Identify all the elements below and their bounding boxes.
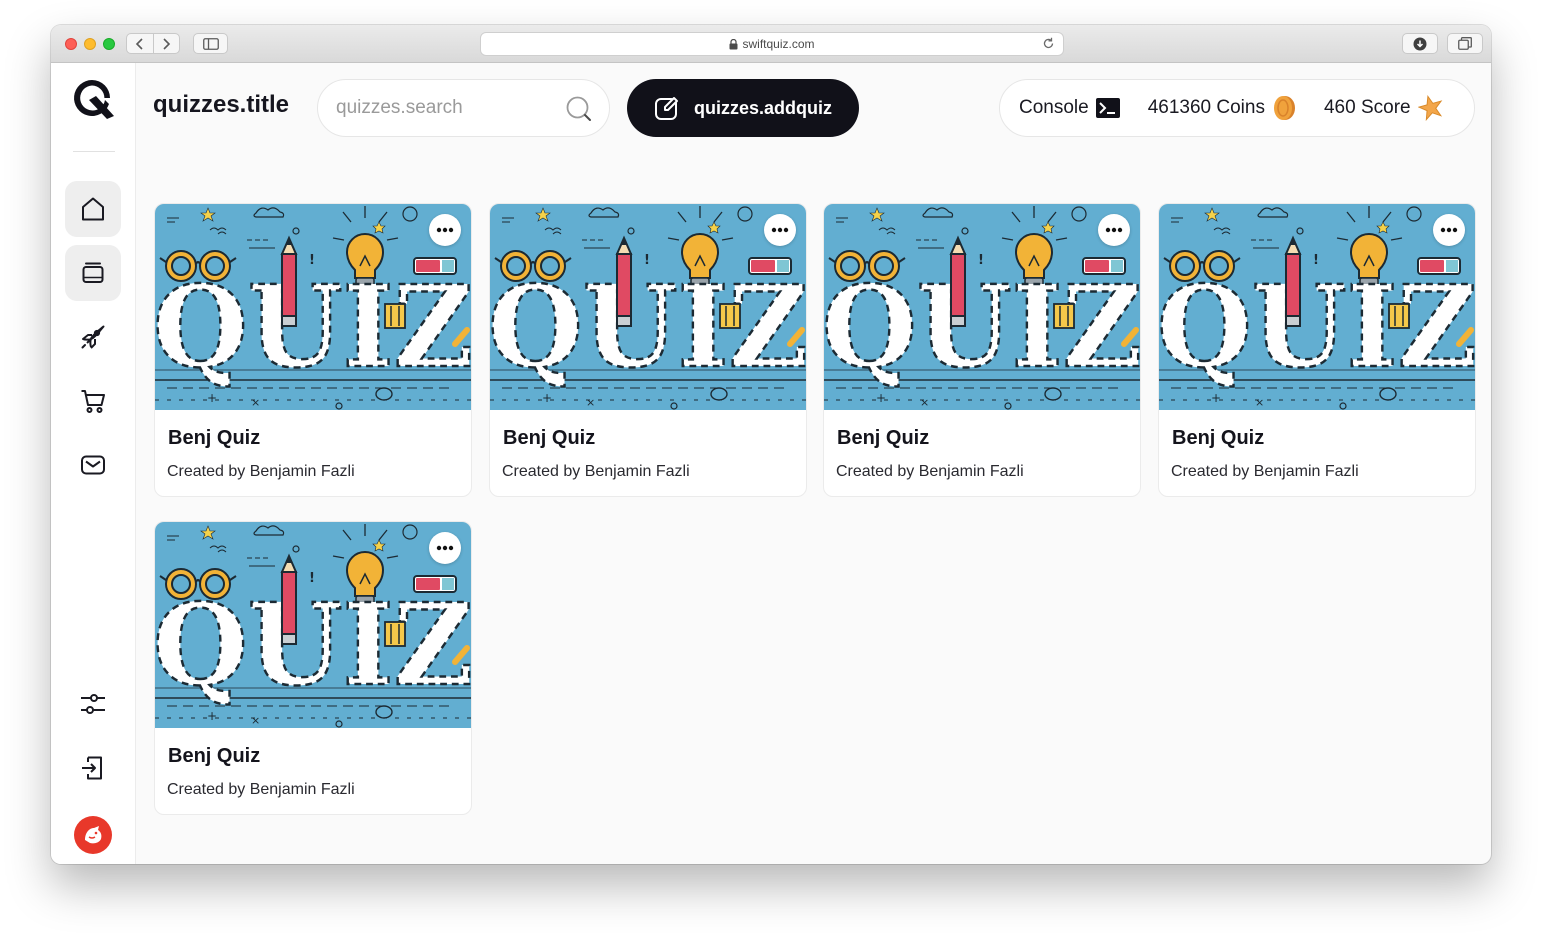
tabs-overview-button[interactable] xyxy=(1447,33,1483,54)
sidebar-item-quizzes[interactable] xyxy=(65,245,121,301)
more-options-button[interactable] xyxy=(429,214,461,246)
quiz-card[interactable]: Benj Quiz Created by Benjamin Fazli xyxy=(489,203,807,497)
quiz-card-author: Created by Benjamin Fazli xyxy=(167,781,355,798)
quiz-card-author: Created by Benjamin Fazli xyxy=(1171,463,1359,480)
quiz-cover-image xyxy=(155,204,471,410)
quiz-card-author: Created by Benjamin Fazli xyxy=(836,463,1024,480)
reload-icon[interactable] xyxy=(1042,37,1055,50)
download-icon xyxy=(1413,37,1427,50)
quiz-card[interactable]: Benj Quiz Created by Benjamin Fazli xyxy=(154,203,472,497)
sidebar-item-shop[interactable] xyxy=(65,373,121,429)
coins-stat: 461360 Coins xyxy=(1148,95,1296,121)
quiz-card-title: Benj Quiz xyxy=(503,427,596,449)
sidebar-item-settings[interactable] xyxy=(65,676,121,732)
sidebar-icon xyxy=(202,37,219,50)
sidebar xyxy=(51,63,136,864)
tabs-icon xyxy=(1458,37,1472,50)
chevron-left-icon xyxy=(135,37,143,50)
quiz-cover-image xyxy=(155,522,471,728)
avatar[interactable] xyxy=(74,816,112,854)
browser-toolbar: swiftquiz.com xyxy=(51,25,1491,63)
url-text: swiftquiz.com xyxy=(742,37,815,51)
page-title: quizzes.title xyxy=(153,91,290,118)
sidebar-toggle-button[interactable] xyxy=(193,33,228,54)
more-dots-icon xyxy=(436,227,454,233)
quiz-cover-image xyxy=(1159,204,1475,410)
lock-icon xyxy=(729,38,738,49)
search-input[interactable] xyxy=(336,94,556,122)
history-nav xyxy=(126,33,180,54)
swiftquiz-logo-icon xyxy=(74,80,114,119)
more-dots-icon xyxy=(1105,227,1123,233)
window-maximize-button[interactable] xyxy=(103,38,115,50)
coin-icon xyxy=(1273,96,1295,120)
main-content: quizzes.title quizzes.addquiz Console 46… xyxy=(137,63,1491,864)
user-avatar-icon xyxy=(85,826,102,844)
sidebar-divider xyxy=(73,151,115,152)
more-dots-icon xyxy=(1440,227,1458,233)
quiz-cover-image xyxy=(824,204,1140,410)
more-options-button[interactable] xyxy=(1098,214,1130,246)
quiz-card-title: Benj Quiz xyxy=(168,427,261,449)
sign-out-icon xyxy=(82,756,102,780)
quiz-grid: Benj Quiz Created by Benjamin Fazli Benj… xyxy=(154,203,1476,823)
search-icon[interactable] xyxy=(565,95,593,123)
sidebar-item-rocket[interactable] xyxy=(65,309,121,365)
quiz-card[interactable]: Benj Quiz Created by Benjamin Fazli xyxy=(154,521,472,815)
edit-icon xyxy=(654,97,678,120)
quiz-cover-image xyxy=(490,204,806,410)
window-minimize-button[interactable] xyxy=(84,38,96,50)
mail-icon xyxy=(81,455,105,475)
forward-button[interactable] xyxy=(152,34,179,53)
coins-label: 461360 Coins xyxy=(1147,97,1265,118)
terminal-icon xyxy=(1095,98,1120,118)
app-logo[interactable] xyxy=(72,78,116,120)
sidebar-item-home[interactable] xyxy=(65,181,121,237)
sidebar-item-logout[interactable] xyxy=(65,740,121,796)
home-icon xyxy=(82,197,104,221)
quiz-card-author: Created by Benjamin Fazli xyxy=(502,463,690,480)
more-dots-icon xyxy=(436,545,454,551)
more-dots-icon xyxy=(771,227,789,233)
window-close-button[interactable] xyxy=(65,38,77,50)
search-box xyxy=(317,79,610,137)
quiz-card-title: Benj Quiz xyxy=(1172,427,1265,449)
sidebar-item-messages[interactable] xyxy=(65,437,121,493)
quiz-card-author: Created by Benjamin Fazli xyxy=(167,463,355,480)
quiz-card[interactable]: Benj Quiz Created by Benjamin Fazli xyxy=(823,203,1141,497)
back-button[interactable] xyxy=(127,34,153,53)
sliders-icon xyxy=(81,694,105,714)
star-icon xyxy=(1417,95,1442,121)
quiz-card-title: Benj Quiz xyxy=(837,427,930,449)
chevron-right-icon xyxy=(163,37,171,50)
address-bar[interactable]: swiftquiz.com xyxy=(480,32,1064,56)
browser-window: swiftquiz.com quizzes.title quizzes.sear… xyxy=(51,25,1491,864)
quiz-card[interactable]: Benj Quiz Created by Benjamin Fazli xyxy=(1158,203,1476,497)
more-options-button[interactable] xyxy=(429,532,461,564)
console-label: Console xyxy=(1019,97,1089,118)
score-stat: 460 Score xyxy=(1324,95,1444,121)
score-label: 460 Score xyxy=(1323,97,1411,118)
cards-icon xyxy=(82,262,104,283)
quiz-card-title: Benj Quiz xyxy=(168,745,261,767)
user-stats-bar: Console 461360 Coins 460 Score xyxy=(999,79,1475,137)
add-quiz-button[interactable]: quizzes.addquiz xyxy=(627,79,859,137)
cart-icon xyxy=(81,390,105,413)
downloads-button[interactable] xyxy=(1402,33,1438,54)
more-options-button[interactable] xyxy=(764,214,796,246)
add-quiz-label: quizzes.addquiz xyxy=(693,97,832,118)
console-link[interactable]: Console xyxy=(1019,97,1120,119)
more-options-button[interactable] xyxy=(1433,214,1465,246)
rocket-icon xyxy=(81,325,105,349)
